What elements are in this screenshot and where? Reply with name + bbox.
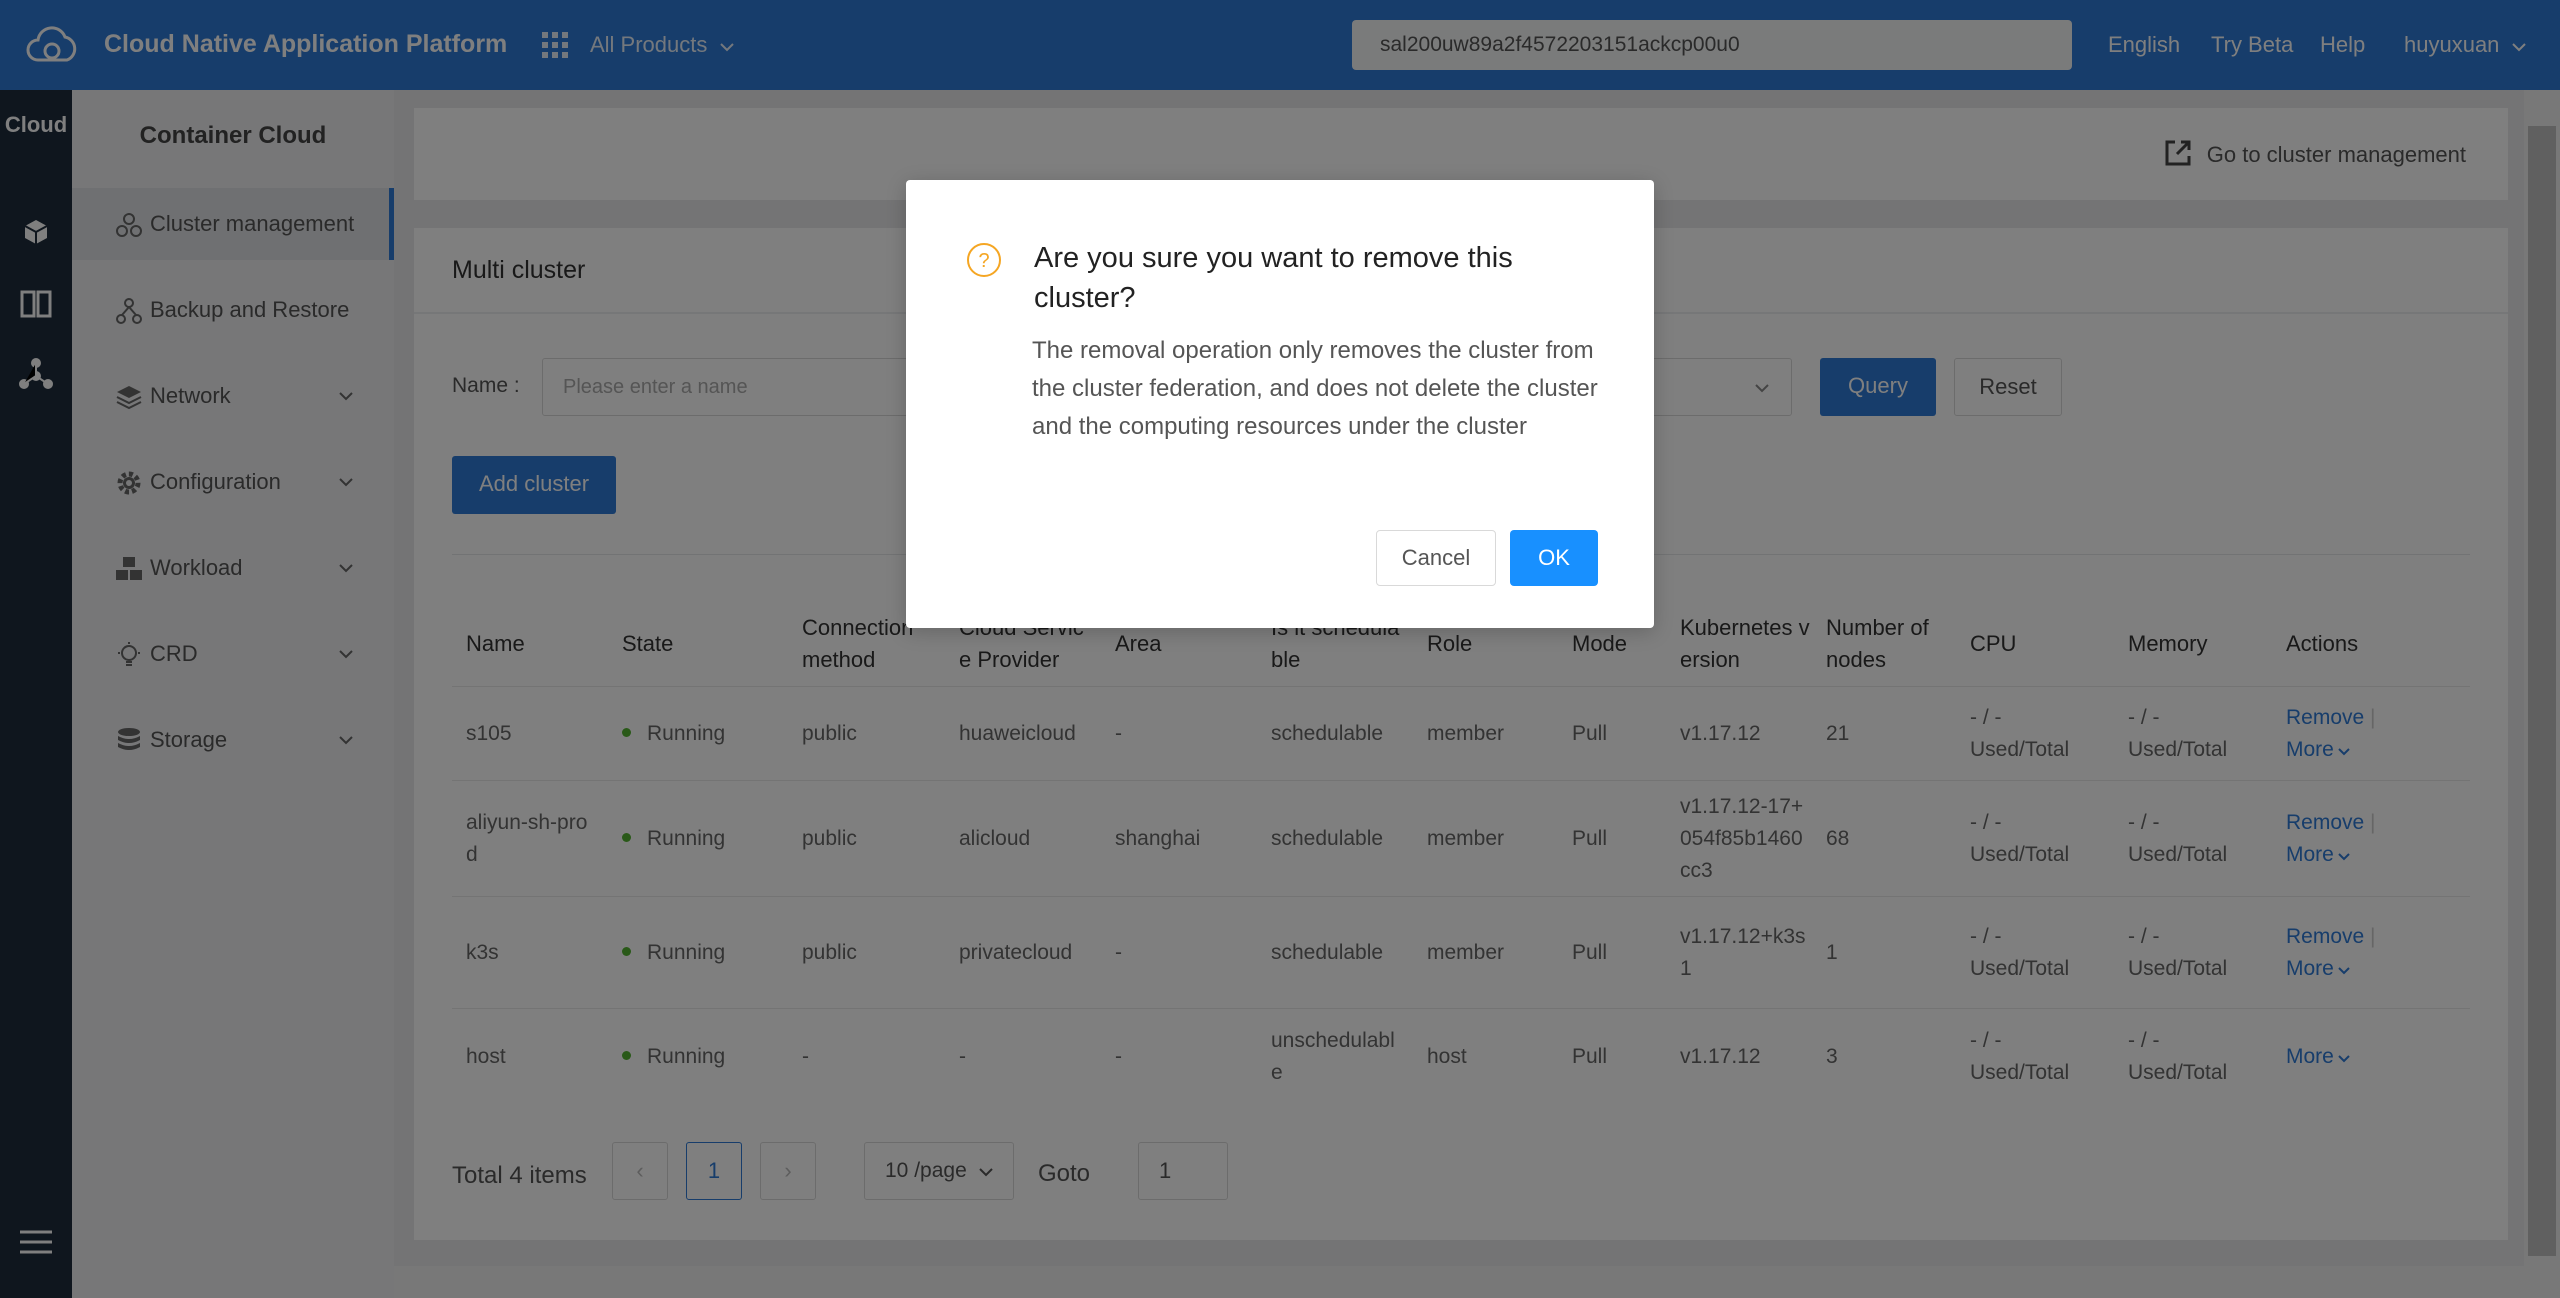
svg-text:?: ?: [978, 250, 989, 272]
confirm-remove-dialog: ? Are you sure you want to remove this c…: [906, 180, 1654, 628]
question-circle-icon: ?: [967, 243, 1001, 277]
cancel-button[interactable]: Cancel: [1376, 530, 1496, 586]
dialog-title: Are you sure you want to remove this clu…: [1034, 242, 1513, 314]
dialog-message: The removal operation only removes the c…: [1032, 337, 1598, 440]
ok-button[interactable]: OK: [1510, 530, 1598, 586]
